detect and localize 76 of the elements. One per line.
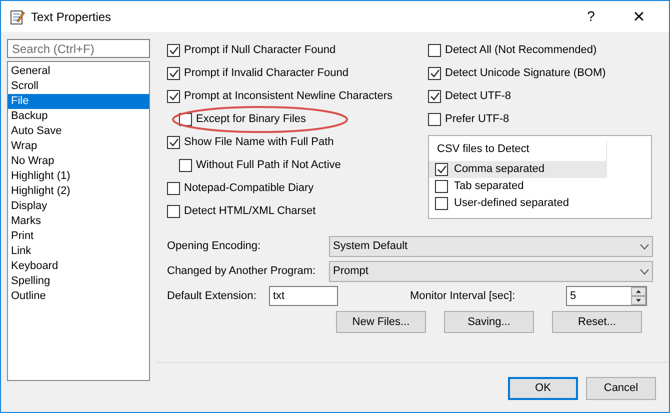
help-button[interactable]: ?	[571, 6, 611, 27]
checkbox[interactable]	[167, 136, 180, 149]
option-label: Detect UTF-8	[445, 89, 512, 104]
category-item[interactable]: File	[8, 94, 149, 109]
option-label: Without Full Path if Not Active	[196, 158, 341, 174]
field-label: Default Extension:	[167, 288, 258, 304]
field-label: Opening Encoding:	[167, 239, 262, 254]
category-item[interactable]: Backup	[8, 109, 149, 124]
category-item[interactable]: Highlight (1)	[8, 169, 149, 184]
category-item[interactable]: Scroll	[8, 79, 149, 94]
check-icon	[168, 138, 178, 147]
action-button[interactable]: New Files...	[336, 311, 426, 333]
check-icon	[436, 165, 446, 174]
category-item[interactable]: Auto Save	[8, 124, 149, 139]
category-item[interactable]: Marks	[8, 214, 149, 229]
option-label: Tab separated	[454, 179, 524, 194]
chevron-down-icon	[640, 244, 649, 250]
category-item[interactable]: Wrap	[8, 139, 149, 154]
category-item[interactable]: Print	[8, 229, 149, 244]
field-label: Monitor Interval [sec]:	[410, 288, 516, 304]
checkbox[interactable]	[428, 44, 441, 57]
option-label: Notepad-Compatible Diary	[184, 181, 314, 196]
category-item[interactable]: Display	[8, 199, 149, 214]
category-item[interactable]: No Wrap	[8, 154, 149, 169]
search-field[interactable]: Search (Ctrl+F)	[7, 39, 150, 58]
option-label: Except for Binary Files	[196, 112, 306, 128]
dialog-button[interactable]: OK	[508, 377, 578, 400]
checkbox[interactable]	[435, 197, 448, 210]
check-icon	[168, 46, 178, 55]
checkbox[interactable]	[167, 67, 180, 80]
option-label: Detect HTML/XML Charset	[184, 204, 316, 220]
check-icon	[168, 92, 178, 101]
checkbox[interactable]	[428, 113, 441, 126]
option-label: Prefer UTF-8	[445, 112, 510, 128]
chevron-down-icon	[640, 268, 649, 274]
category-item[interactable]: Link	[8, 244, 149, 259]
spin-field[interactable]: 5	[566, 286, 647, 306]
option-label: Detect All (Not Recommended)	[445, 43, 597, 58]
option-label: Show File Name with Full Path	[184, 135, 334, 150]
action-button[interactable]: Reset...	[552, 311, 642, 333]
category-item[interactable]: Highlight (2)	[8, 184, 149, 199]
csv-item[interactable]: Tab separated	[429, 178, 607, 195]
category-item[interactable]: Keyboard	[8, 259, 149, 274]
option-label: Detect Unicode Signature (BOM)	[445, 66, 606, 82]
option-label: Comma separated	[454, 162, 544, 178]
dropdown[interactable]: Prompt	[329, 261, 653, 282]
extension-field[interactable]: txt	[269, 286, 338, 306]
checkbox[interactable]	[428, 90, 441, 103]
dialog-button[interactable]: Cancel	[586, 377, 656, 400]
category-item[interactable]: Spelling	[8, 274, 149, 289]
dropdown[interactable]: System Default	[329, 236, 653, 257]
category-item[interactable]: General	[8, 64, 149, 79]
notepad-icon	[9, 8, 25, 24]
checkbox[interactable]	[435, 163, 448, 176]
close-button[interactable]: ×	[617, 2, 661, 32]
option-label: Prompt if Invalid Character Found	[184, 66, 348, 82]
checkbox[interactable]	[167, 44, 180, 57]
checkbox[interactable]	[167, 205, 180, 218]
checkbox[interactable]	[435, 180, 448, 193]
csv-item[interactable]: Comma separated	[429, 161, 607, 178]
csv-item[interactable]: User-defined separated	[429, 195, 607, 212]
checkbox[interactable]	[167, 90, 180, 103]
category-item[interactable]: Outline	[8, 289, 149, 304]
checkbox[interactable]	[428, 67, 441, 80]
option-label: User-defined separated	[454, 196, 569, 212]
check-icon	[168, 69, 178, 78]
checkbox[interactable]	[179, 159, 192, 172]
action-button[interactable]: Saving...	[444, 311, 534, 333]
option-label: Prompt at Inconsistent Newline Characters	[184, 89, 392, 104]
check-icon	[430, 69, 440, 78]
checkbox[interactable]	[167, 182, 180, 195]
spin-arrows-icon	[631, 287, 646, 305]
field-label: Changed by Another Program:	[167, 264, 317, 280]
window-title: Text Properties	[31, 8, 112, 26]
check-icon	[430, 92, 440, 101]
option-label: Prompt if Null Character Found	[184, 43, 336, 58]
